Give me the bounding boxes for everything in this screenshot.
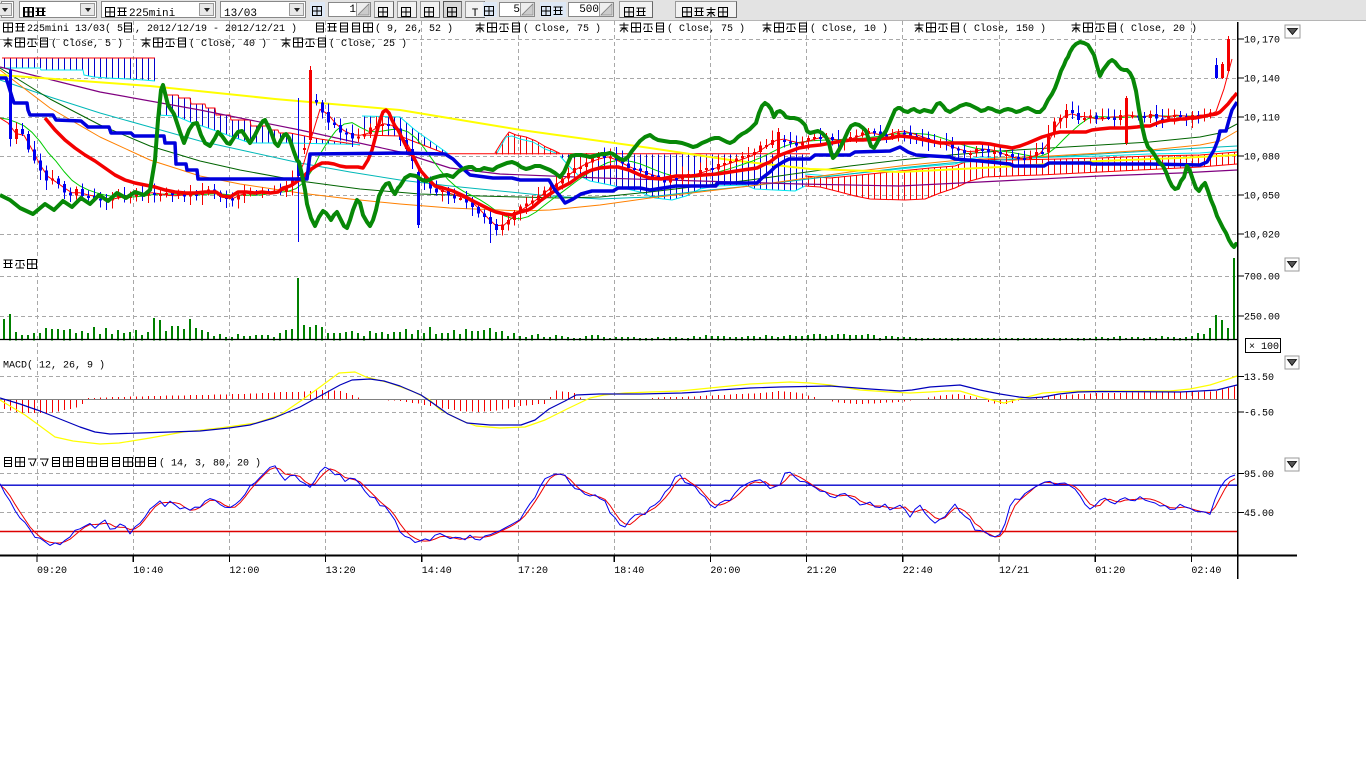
svg-text:( Close, 150 ): ( Close, 150 ) [962, 23, 1046, 35]
svg-text:12/21: 12/21 [999, 565, 1029, 577]
svg-text:( Close, 5 ): ( Close, 5 ) [51, 38, 123, 50]
svg-text:01:20: 01:20 [1095, 566, 1125, 577]
svg-text:10,080: 10,080 [1244, 153, 1280, 164]
svg-text:95.00: 95.00 [1244, 470, 1274, 481]
svg-text:13:20: 13:20 [326, 566, 356, 577]
svg-text:( Close, 25 ): ( Close, 25 ) [329, 38, 407, 50]
svg-text:700.00: 700.00 [1244, 273, 1280, 284]
svg-text:( 14, 3, 80, 20 ): ( 14, 3, 80, 20 ) [159, 458, 261, 470]
svg-text:45.00: 45.00 [1244, 509, 1274, 520]
svg-text:250.00: 250.00 [1244, 313, 1280, 324]
svg-text:MACD( 12, 26, 9 ): MACD( 12, 26, 9 ) [3, 360, 105, 372]
svg-text:21:20: 21:20 [807, 566, 837, 577]
svg-text:09:20: 09:20 [37, 566, 67, 577]
svg-text:10,170: 10,170 [1244, 36, 1280, 47]
svg-text:( Close, 75 ): ( Close, 75 ) [667, 23, 745, 35]
svg-text:18:40: 18:40 [614, 566, 644, 577]
svg-text:10,140: 10,140 [1244, 75, 1280, 86]
svg-text:12:00: 12:00 [229, 566, 259, 577]
svg-text:× 100: × 100 [1249, 342, 1279, 353]
svg-text:10,020: 10,020 [1244, 231, 1280, 242]
svg-text:13.50: 13.50 [1244, 373, 1274, 384]
svg-text:( 9, 26, 52 ): ( 9, 26, 52 ) [375, 23, 453, 35]
svg-text:( Close, 20 ): ( Close, 20 ) [1119, 23, 1197, 35]
svg-text:( Close, 10 ): ( Close, 10 ) [810, 23, 888, 35]
svg-text:10,050: 10,050 [1244, 192, 1280, 203]
svg-text:( Close, 40 ): ( Close, 40 ) [189, 38, 267, 50]
svg-text:14:40: 14:40 [422, 566, 452, 577]
svg-text:02:40: 02:40 [1191, 566, 1221, 577]
svg-text:225mini 13/03( 5: 225mini 13/03( 5 [27, 23, 123, 35]
svg-text:10,110: 10,110 [1244, 114, 1280, 125]
svg-text:( Close, 75 ): ( Close, 75 ) [523, 23, 601, 35]
svg-text:, 2012/12/19 - 2012/12/21 ): , 2012/12/19 - 2012/12/21 ) [135, 23, 297, 35]
svg-text:17:20: 17:20 [518, 566, 548, 577]
svg-text:20:00: 20:00 [710, 566, 740, 577]
svg-text:10:40: 10:40 [133, 566, 163, 577]
svg-text:22:40: 22:40 [903, 566, 933, 577]
svg-text:-6.50: -6.50 [1244, 409, 1274, 420]
